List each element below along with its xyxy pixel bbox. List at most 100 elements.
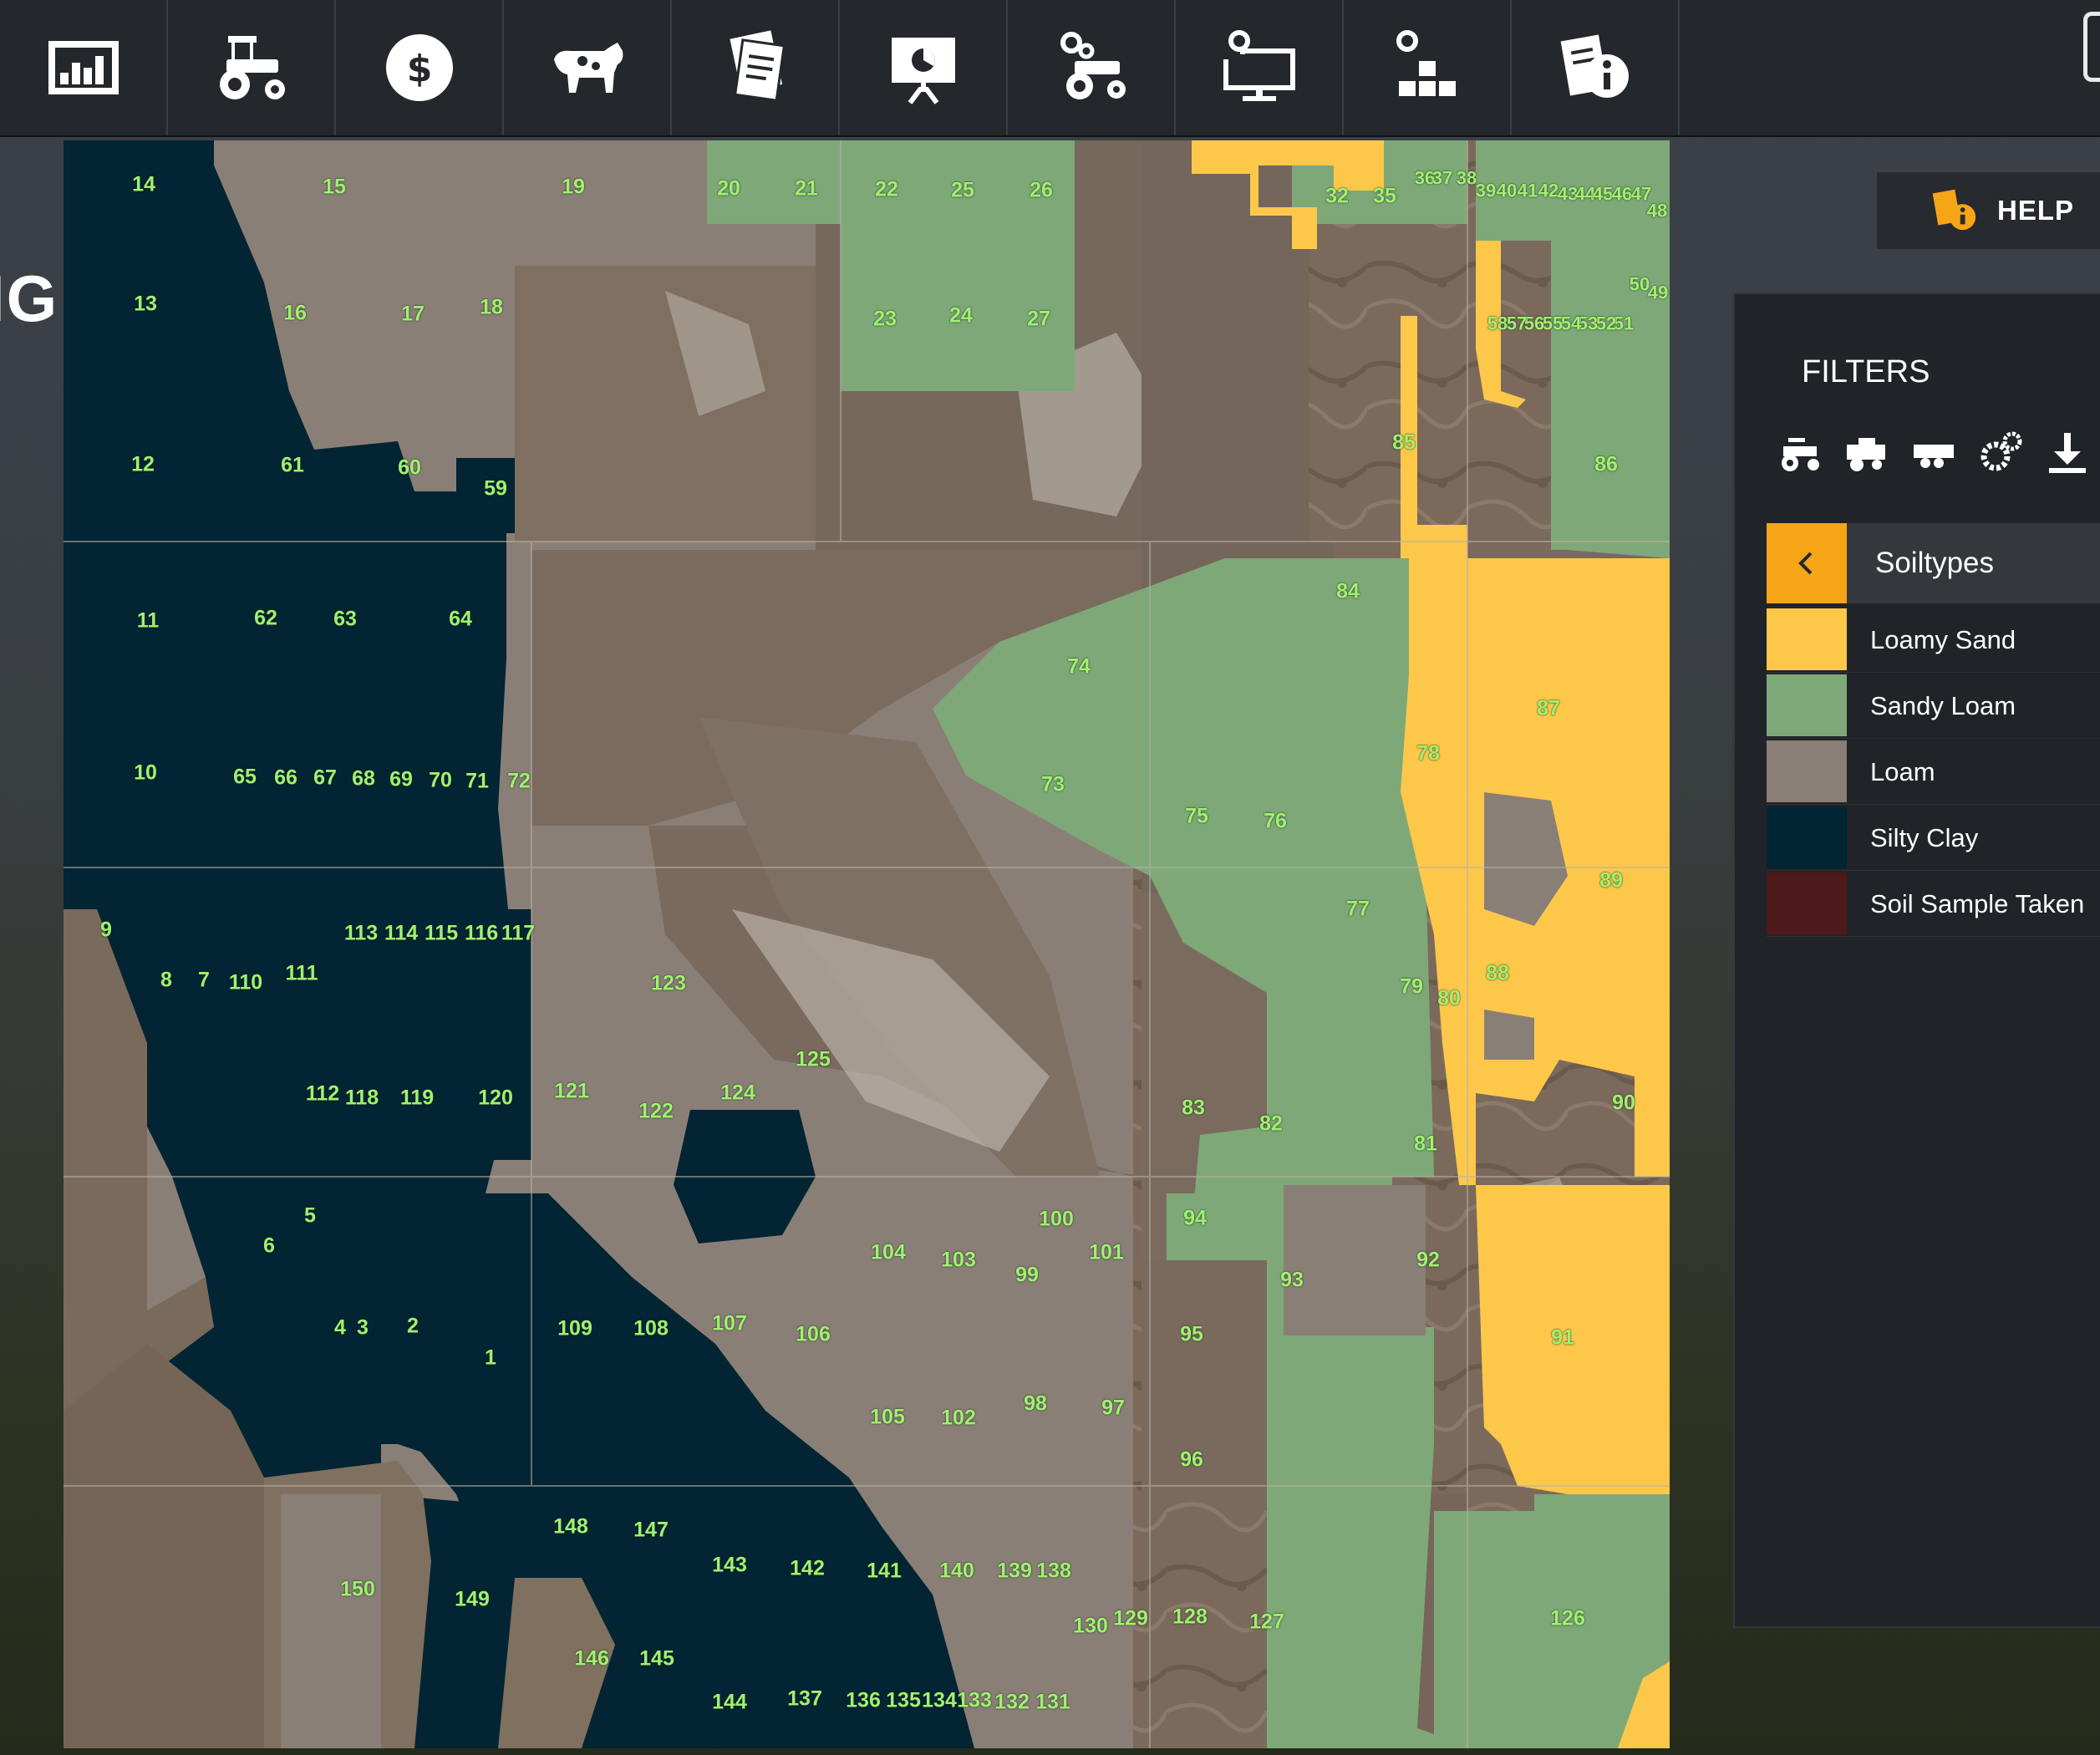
field-number-label[interactable]: 73	[1041, 774, 1065, 796]
field-number-label[interactable]: 71	[465, 771, 489, 792]
field-number-label[interactable]: 27	[1027, 308, 1050, 330]
field-number-label[interactable]: 55	[1543, 313, 1563, 334]
download-filter-button[interactable]	[2042, 428, 2092, 478]
field-number-label[interactable]: 37	[1432, 168, 1452, 189]
animals-tab[interactable]	[504, 0, 672, 135]
field-number-label[interactable]: 81	[1414, 1133, 1437, 1155]
field-number-label[interactable]: 116	[465, 923, 498, 944]
field-number-label[interactable]: 69	[389, 769, 413, 791]
field-number-label[interactable]: 22	[875, 179, 898, 201]
field-number-label[interactable]: 32	[1325, 186, 1349, 207]
field-number-label[interactable]: 149	[455, 1589, 490, 1610]
field-number-label[interactable]: 112	[306, 1083, 339, 1105]
field-number-label[interactable]: 131	[1035, 1691, 1070, 1713]
contracts-tab[interactable]	[672, 0, 840, 135]
field-number-label[interactable]: 93	[1280, 1269, 1304, 1291]
field-number-label[interactable]: 94	[1183, 1208, 1207, 1229]
field-number-label[interactable]: 104	[871, 1242, 906, 1264]
field-number-label[interactable]: 75	[1185, 806, 1208, 827]
field-number-label[interactable]: 63	[333, 608, 357, 630]
field-number-label[interactable]: 50	[1630, 274, 1650, 295]
field-number-label[interactable]: 115	[425, 923, 458, 944]
field-number-label[interactable]: 122	[638, 1101, 674, 1122]
field-number-label[interactable]: 118	[345, 1087, 379, 1109]
field-number-label[interactable]: 62	[254, 608, 277, 629]
field-number-label[interactable]: 102	[941, 1407, 976, 1429]
back-button[interactable]	[1767, 523, 1847, 603]
field-number-label[interactable]: 3	[357, 1317, 369, 1339]
field-number-label[interactable]: 146	[574, 1648, 609, 1670]
field-number-label[interactable]: 92	[1416, 1249, 1440, 1271]
presentation-tab[interactable]	[840, 0, 1008, 135]
field-number-label[interactable]: 148	[553, 1516, 588, 1538]
legend-row[interactable]: Loamy Sand	[1767, 607, 2100, 673]
field-number-label[interactable]: 99	[1015, 1264, 1039, 1286]
field-number-label[interactable]: 89	[1599, 870, 1623, 892]
field-number-label[interactable]: 117	[501, 923, 535, 944]
field-number-label[interactable]: 51	[1614, 313, 1634, 334]
field-number-label[interactable]: 82	[1259, 1113, 1283, 1135]
field-number-label[interactable]: 121	[554, 1081, 589, 1102]
field-number-label[interactable]: 126	[1550, 1608, 1585, 1630]
field-number-label[interactable]: 147	[633, 1519, 669, 1541]
field-number-label[interactable]: 97	[1101, 1397, 1125, 1419]
field-number-label[interactable]: 101	[1089, 1242, 1124, 1264]
field-number-label[interactable]: 45	[1593, 184, 1613, 205]
field-number-label[interactable]: 127	[1249, 1611, 1284, 1633]
field-number-label[interactable]: 129	[1113, 1608, 1148, 1630]
field-number-label[interactable]: 143	[712, 1554, 747, 1576]
field-number-label[interactable]: 100	[1039, 1208, 1074, 1230]
legend-row[interactable]: Soil Sample Taken	[1767, 871, 2100, 937]
field-number-label[interactable]: 1	[485, 1347, 496, 1369]
field-number-label[interactable]: 20	[717, 178, 740, 200]
field-number-label[interactable]: 18	[480, 297, 503, 318]
field-number-label[interactable]: 4	[334, 1317, 346, 1339]
field-number-label[interactable]: 136	[846, 1690, 881, 1712]
field-number-label[interactable]: 107	[712, 1313, 747, 1335]
computer-settings-tab[interactable]	[1176, 0, 1344, 135]
field-number-label[interactable]: 21	[795, 178, 818, 200]
field-number-label[interactable]: 58	[1487, 313, 1508, 334]
field-number-label[interactable]: 137	[787, 1688, 822, 1710]
field-number-label[interactable]: 42	[1538, 181, 1558, 201]
field-number-label[interactable]: 130	[1073, 1615, 1108, 1637]
field-number-label[interactable]: 26	[1030, 180, 1053, 201]
field-number-label[interactable]: 105	[870, 1407, 905, 1428]
field-number-label[interactable]: 133	[957, 1690, 992, 1712]
menu-edge-button[interactable]	[2083, 12, 2100, 82]
field-number-label[interactable]: 88	[1486, 963, 1509, 984]
field-number-label[interactable]: 52	[1596, 313, 1616, 334]
field-number-label[interactable]: 54	[1561, 313, 1581, 334]
soil-map[interactable]	[64, 140, 1670, 1748]
field-number-label[interactable]: 67	[313, 767, 337, 789]
field-number-label[interactable]: 114	[384, 923, 418, 944]
field-number-label[interactable]: 70	[429, 770, 452, 791]
field-number-label[interactable]: 76	[1264, 811, 1287, 832]
legend-row[interactable]: Loam	[1767, 739, 2100, 805]
field-number-label[interactable]: 48	[1647, 201, 1667, 221]
field-number-label[interactable]: 12	[131, 454, 155, 476]
field-number-label[interactable]: 2	[407, 1315, 419, 1337]
field-number-label[interactable]: 9	[100, 919, 112, 941]
field-number-label[interactable]: 85	[1392, 432, 1416, 454]
field-number-label[interactable]: 144	[712, 1691, 747, 1713]
stats-tab[interactable]	[0, 0, 168, 135]
field-number-label[interactable]: 15	[323, 176, 346, 198]
field-number-label[interactable]: 140	[939, 1560, 974, 1582]
field-number-label[interactable]: 79	[1400, 976, 1423, 998]
tractor-filter-button[interactable]	[1775, 428, 1825, 478]
field-number-label[interactable]: 84	[1336, 581, 1360, 603]
field-number-label[interactable]: 60	[398, 457, 421, 479]
field-number-label[interactable]: 103	[941, 1249, 976, 1271]
trailer-filter-button[interactable]	[1909, 428, 1959, 478]
field-number-label[interactable]: 5	[304, 1205, 316, 1227]
field-number-label[interactable]: 14	[132, 174, 155, 196]
field-number-label[interactable]: 83	[1182, 1097, 1205, 1119]
field-number-label[interactable]: 74	[1067, 656, 1091, 678]
field-number-label[interactable]: 66	[274, 767, 297, 789]
field-number-label[interactable]: 61	[281, 455, 304, 476]
field-number-label[interactable]: 91	[1551, 1327, 1574, 1349]
field-number-label[interactable]: 132	[994, 1691, 1030, 1713]
gears-filter-button[interactable]	[1975, 428, 2026, 478]
legend-row[interactable]: Silty Clay	[1767, 805, 2100, 871]
